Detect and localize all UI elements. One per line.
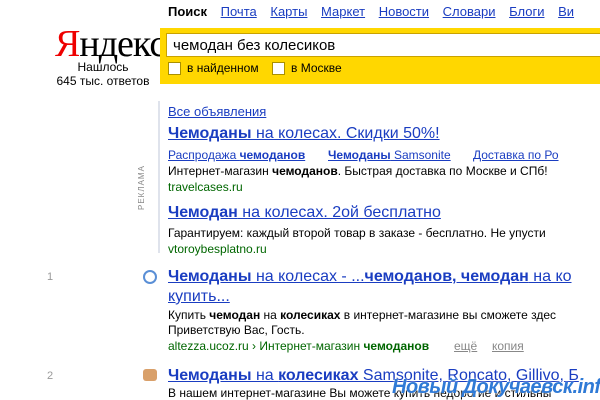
- ad1-sitelink-samsonite-b: Samsonite: [390, 148, 451, 162]
- result-1-snippet-b: чемодан: [209, 308, 261, 322]
- result-1-cache-link[interactable]: копия: [492, 339, 524, 353]
- result-1-snippet-c: на: [260, 308, 281, 322]
- ad2-title-bold: Чемодан: [168, 204, 238, 221]
- result-1-title-1: Чемоданы: [168, 268, 252, 285]
- filter-moscow[interactable]: в Москве: [272, 61, 342, 75]
- result-2-number: 2: [47, 370, 54, 382]
- filter-in-found[interactable]: в найденном: [168, 61, 259, 75]
- result-1-snippet-a: Купить: [168, 308, 210, 322]
- result-1-title[interactable]: Чемоданы на колесах - ...чемоданов, чемо…: [168, 268, 572, 286]
- result-1-number: 1: [47, 271, 54, 283]
- ad1-title-bold: Чемоданы: [168, 125, 252, 142]
- ad2-title[interactable]: Чемодан на колесах. 2ой бесплатно: [168, 204, 441, 222]
- nav-item-dictionaries[interactable]: Словари: [443, 4, 496, 19]
- results-count: Нашлось 645 тыс. ответов: [48, 60, 158, 88]
- ad1-snippet: Интернет-магазин чемоданов. Быстрая дост…: [168, 164, 548, 178]
- nav-item-search[interactable]: Поиск: [168, 4, 207, 19]
- result-2-title-2: на: [251, 367, 279, 384]
- watermark: Новый Докучаевск.info: [392, 376, 600, 398]
- ads-divider: [158, 101, 160, 253]
- ad1-title-rest: на колесах. Скидки 50%!: [251, 125, 440, 142]
- nav-item-news[interactable]: Новости: [379, 4, 429, 19]
- ad1-snippet-a: Интернет-магазин: [168, 164, 273, 178]
- result-1-url[interactable]: altezza.ucoz.ru › Интернет-магазин чемод…: [168, 339, 429, 353]
- ad1-sitelink-samsonite[interactable]: Чемоданы Samsonite: [328, 148, 451, 162]
- result-2-title-3: колесиках: [278, 367, 359, 384]
- result-1-snippet-e: в интернет-магазине вы сможете здес: [340, 308, 557, 322]
- search-input[interactable]: чемодан без колесиков: [166, 33, 600, 57]
- result-1-url-a: altezza.ucoz.ru › Интернет-магазин: [168, 339, 364, 353]
- found-count: 645 тыс. ответов: [56, 74, 150, 88]
- filter-moscow-label: в Москве: [291, 61, 342, 75]
- checkbox-moscow[interactable]: [272, 61, 285, 75]
- found-label: Нашлось: [77, 60, 129, 74]
- nav-item-market[interactable]: Маркет: [321, 4, 365, 19]
- nav-item-blogs[interactable]: Блоги: [509, 4, 544, 19]
- result-1-snippet: Купить чемодан на колесиках в интернет-м…: [168, 308, 556, 322]
- result-1-snippet-d: колесиках: [280, 308, 341, 322]
- result-1-more-link[interactable]: ещё: [454, 339, 477, 353]
- result-1-title-4: на ко: [528, 268, 572, 285]
- nav-item-mail[interactable]: Почта: [221, 4, 257, 19]
- ad2-url[interactable]: vtoroybesplatno.ru: [168, 242, 267, 256]
- ad1-sitelink-sale-b: чемоданов: [239, 148, 306, 162]
- checkbox-in-found[interactable]: [168, 61, 181, 75]
- filter-in-found-label: в найденном: [187, 61, 259, 75]
- globe-favicon-icon: [143, 270, 157, 284]
- ad2-snippet: Гарантируем: каждый второй товар в заказ…: [168, 226, 546, 240]
- ad1-snippet-c: . Быстрая доставка по Москве и СПб!: [337, 164, 548, 178]
- all-ads-link[interactable]: Все объявления: [168, 104, 266, 119]
- result-1-snippet-line2: Приветствую Вас, Гость.: [168, 323, 305, 337]
- ad1-url[interactable]: travelcases.ru: [168, 180, 243, 194]
- ad1-title[interactable]: Чемоданы на колесах. Скидки 50%!: [168, 125, 440, 143]
- ads-label: РЕКЛАМА: [137, 165, 146, 210]
- logo-rest: ндекс: [79, 23, 166, 65]
- ad1-sitelink-sale-a: Распродажа: [168, 148, 240, 162]
- nav-item-video[interactable]: Ви: [558, 4, 574, 19]
- ad1-snippet-b: чемоданов: [272, 164, 338, 178]
- result-1-title-line2[interactable]: купить...: [168, 288, 230, 306]
- result-2-title-1: Чемоданы: [168, 367, 252, 384]
- shop-favicon-icon: [143, 369, 157, 381]
- top-nav: Поиск Почта Карты Маркет Новости Словари…: [168, 4, 584, 19]
- ad1-sitelink-delivery[interactable]: Доставка по Ро: [473, 148, 559, 162]
- ad2-title-rest: на колесах. 2ой бесплатно: [237, 204, 441, 221]
- logo-first-letter: Я: [55, 23, 80, 65]
- ad1-sitelink-sale[interactable]: Распродажа чемоданов: [168, 148, 305, 162]
- nav-item-maps[interactable]: Карты: [270, 4, 307, 19]
- result-1-title-3: чемоданов, чемодан: [364, 268, 529, 285]
- result-1-title-2: на колесах - ...: [251, 268, 365, 285]
- ad1-sitelink-samsonite-a: Чемоданы: [328, 148, 391, 162]
- result-1-url-b: чемоданов: [363, 339, 430, 353]
